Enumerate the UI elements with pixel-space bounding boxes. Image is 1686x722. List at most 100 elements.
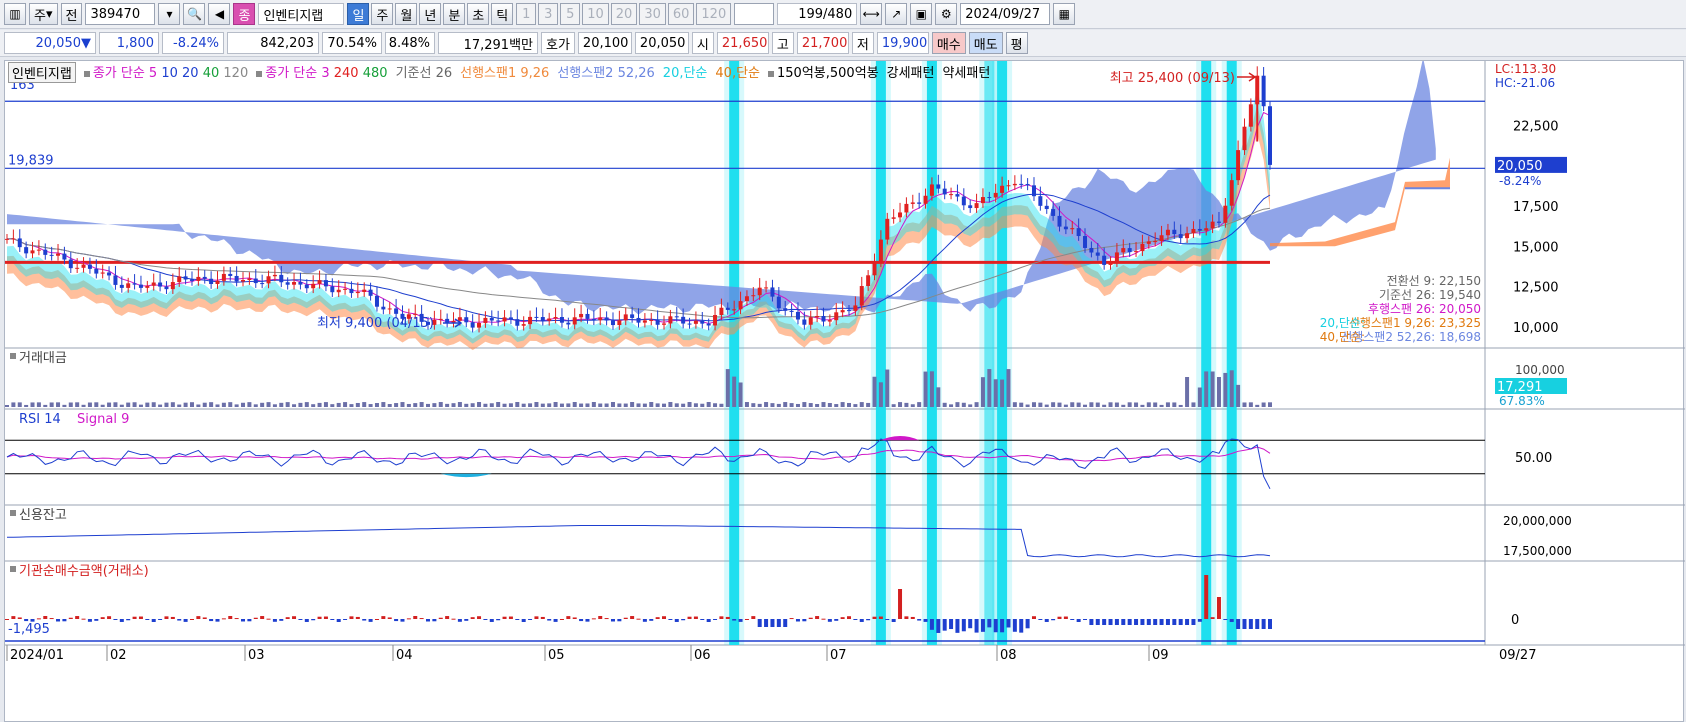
highlight-halo-4 — [992, 61, 1013, 645]
inst-bar — [5, 619, 9, 620]
date-input[interactable]: 2024/09/27 — [960, 3, 1051, 25]
credit-line — [6, 525, 1271, 558]
inst-bar — [1070, 619, 1075, 620]
layout-icon[interactable]: ▥ — [4, 3, 26, 25]
inst-bar — [355, 616, 360, 619]
xaxis-label-6: 07 — [830, 648, 847, 663]
search-icon[interactable]: 🔍 — [183, 3, 206, 25]
tab-period-5[interactable]: 초 — [467, 3, 490, 25]
inst-bar — [1095, 619, 1100, 625]
volume-bar — [617, 403, 622, 407]
calendar-icon[interactable]: ▦ — [1053, 3, 1076, 25]
volume-bar — [196, 404, 201, 407]
minute-option-60[interactable]: 60 — [667, 3, 695, 25]
candle-body — [196, 276, 201, 281]
candle-body — [151, 282, 156, 286]
candle-body — [215, 280, 220, 284]
candle-body — [572, 317, 577, 325]
inst-bar — [24, 619, 29, 622]
minute-option-1[interactable]: 1 — [516, 3, 537, 25]
candle-body — [655, 319, 660, 325]
sell-button[interactable]: 매도 — [968, 32, 1003, 54]
inst-bar — [221, 618, 226, 620]
volume-bar — [955, 402, 960, 407]
volume-bar — [547, 403, 552, 407]
volume-bar — [770, 403, 775, 407]
volume-bar — [17, 402, 22, 407]
minute-option-20[interactable]: 20 — [610, 3, 638, 25]
volume-bar — [1108, 402, 1113, 407]
minute-option-3[interactable]: 3 — [538, 3, 559, 25]
minute-option-30[interactable]: 30 — [639, 3, 666, 25]
flat-button[interactable]: 평 — [1005, 32, 1028, 54]
xaxis-label-3: 04 — [396, 648, 413, 663]
inst-bar — [343, 619, 348, 620]
inst-bar — [885, 619, 890, 620]
tab-period-0[interactable]: 일 — [347, 3, 370, 25]
xaxis-label-0: 2024/01 — [10, 648, 64, 663]
inst-bar — [1140, 619, 1145, 625]
candle-body — [113, 275, 118, 285]
candle-body — [521, 324, 526, 326]
volume-bar — [598, 403, 603, 407]
inst-bar — [757, 619, 762, 627]
candle-body — [355, 291, 360, 294]
volume-bar — [381, 402, 386, 407]
candle-body — [502, 317, 507, 322]
inst-bar — [477, 616, 482, 619]
minute-option-10[interactable]: 10 — [582, 3, 609, 25]
ichimoku-readout-1: 기준선 26: 19,540 — [1379, 288, 1481, 302]
market-select[interactable]: 주 ▾ — [29, 3, 58, 25]
volume-bar — [464, 403, 469, 407]
zoom-icon[interactable]: ↗ — [885, 3, 908, 25]
inst-bar — [241, 619, 246, 622]
stock-badge: 종 — [233, 3, 256, 25]
candle-body — [1261, 75, 1266, 107]
inst-bar — [872, 616, 877, 619]
inst-bar — [336, 619, 341, 622]
chart-area[interactable]: 최고 25,400 (09/13) 최저 9,400 (04/15) 163 19,8… — [4, 57, 1685, 722]
tab-period-3[interactable]: 년 — [419, 3, 442, 25]
candle-body — [260, 283, 265, 285]
volume-bar — [151, 402, 156, 407]
count-display[interactable]: 199/480 — [777, 3, 858, 25]
legend-span1: 선행스팬1 9,26 — [460, 66, 550, 81]
inst-bar — [1242, 619, 1247, 629]
volume-bar — [362, 402, 367, 407]
candle-body — [891, 217, 896, 219]
link-icon[interactable]: ⟷ — [860, 3, 883, 25]
tab-period-4[interactable]: 분 — [443, 3, 466, 25]
buy-button[interactable]: 매수 — [931, 32, 966, 54]
volume-bar — [783, 402, 788, 407]
inst-zero-tick: 0 — [1511, 613, 1519, 628]
save-icon[interactable]: ▣ — [910, 3, 933, 25]
speaker-icon[interactable]: ◀ — [208, 3, 231, 25]
tab-period-6[interactable]: 틱 — [491, 3, 514, 25]
tab-period-2[interactable]: 월 — [395, 3, 418, 25]
inst-bar — [81, 618, 86, 620]
gear-icon[interactable]: ⚙ — [935, 3, 958, 25]
volume-bar — [202, 402, 207, 407]
volume-bar — [738, 382, 743, 407]
volume-ratio: 70.54% — [322, 32, 382, 54]
minute-option-120[interactable]: 120 — [696, 3, 732, 25]
volume-bar — [1063, 404, 1068, 407]
inst-bar — [572, 617, 577, 619]
legend-stock-name[interactable]: 인벤티지랩 — [8, 62, 76, 83]
prev-button[interactable]: 전 — [60, 3, 83, 25]
volume-bar — [795, 403, 800, 407]
tab-period-1[interactable]: 주 — [371, 3, 394, 25]
minute-option-5[interactable]: 5 — [560, 3, 581, 25]
volume-bar — [170, 402, 175, 407]
volume-bar — [311, 404, 316, 407]
candle-body — [496, 320, 501, 322]
candle-body — [604, 317, 609, 321]
volume-bar — [489, 403, 494, 407]
code-input[interactable]: 389470 — [85, 3, 156, 25]
legend-s40: 40,단순 — [715, 66, 761, 81]
dropdown-icon[interactable]: ▾ — [158, 3, 181, 25]
unit-input[interactable] — [734, 3, 775, 25]
candle-body — [1165, 229, 1170, 236]
legend-ma20: 20 — [182, 66, 199, 81]
volume-bar — [228, 402, 233, 407]
